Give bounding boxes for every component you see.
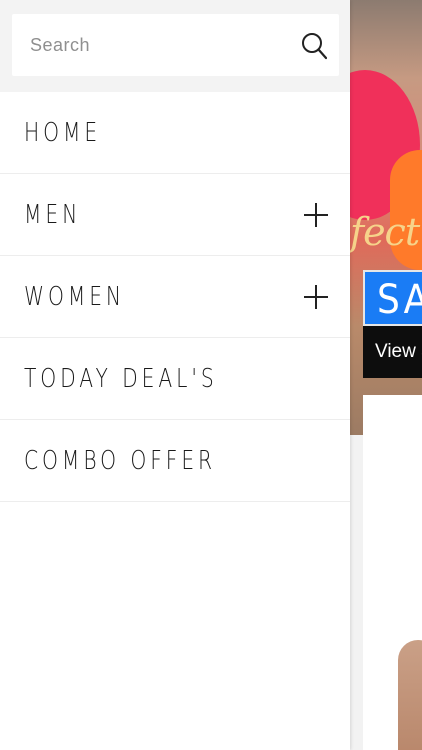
banner-script-text: fect: [350, 210, 420, 254]
search-icon[interactable]: [301, 32, 327, 60]
product-image: [398, 640, 422, 750]
menu-item-label: HOME: [24, 117, 102, 148]
search-input[interactable]: [12, 14, 282, 76]
navigation-drawer: HOME MEN WOMEN TODAY DEAL'S COMBO OFFER: [0, 0, 350, 750]
menu-item-label: COMBO OFFER: [24, 445, 217, 476]
search-box: [12, 14, 339, 76]
search-bar: [0, 0, 350, 92]
background-page: fect SA View a: [350, 0, 422, 750]
menu-item-label: WOMEN: [24, 281, 125, 312]
view-all-button[interactable]: View a: [363, 326, 422, 378]
menu-item-label: TODAY DEAL'S: [24, 363, 218, 394]
sale-badge: SA: [363, 270, 422, 326]
plus-icon[interactable]: [304, 285, 328, 309]
menu-item-combo-offer[interactable]: COMBO OFFER: [0, 420, 350, 502]
menu-item-women[interactable]: WOMEN: [0, 256, 350, 338]
plus-icon[interactable]: [304, 203, 328, 227]
menu-item-men[interactable]: MEN: [0, 174, 350, 256]
menu-item-label: MEN: [24, 199, 82, 230]
nav-menu: HOME MEN WOMEN TODAY DEAL'S COMBO OFFER: [0, 92, 350, 502]
menu-item-today-deals[interactable]: TODAY DEAL'S: [0, 338, 350, 420]
menu-item-home[interactable]: HOME: [0, 92, 350, 174]
